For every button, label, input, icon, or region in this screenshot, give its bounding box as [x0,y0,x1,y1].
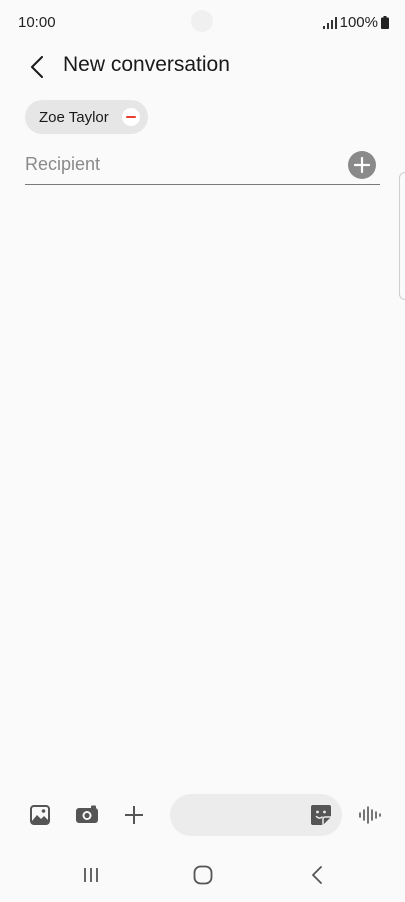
voice-wave-icon [359,806,381,824]
plus-circle-icon [354,157,370,173]
home-button[interactable] [188,862,218,888]
remove-recipient-button[interactable] [122,108,140,126]
more-options-button[interactable] [121,802,147,828]
recent-apps-button[interactable] [76,862,106,888]
sticker-icon [311,805,331,825]
back-icon [312,866,322,884]
front-camera [191,10,213,32]
voice-record-button[interactable] [357,802,383,828]
app-header: New conversation [0,46,405,88]
recent-apps-icon [84,868,98,882]
system-nav-bar [0,852,405,898]
battery-icon [381,16,389,29]
camera-icon [76,805,98,823]
signal-icon [322,16,337,29]
status-indicators: 100% [322,14,389,31]
recipient-input[interactable] [25,148,335,180]
edge-panel-handle[interactable] [399,172,405,300]
back-button[interactable] [22,52,52,82]
minus-circle-icon [126,115,136,119]
plus-icon [125,806,143,824]
nav-back-button[interactable] [302,862,332,888]
status-bar: 10:00 100% [0,0,405,46]
recipient-chip[interactable]: Zoe Taylor [25,100,148,134]
message-composer [0,792,405,838]
add-recipient-button[interactable] [348,151,376,179]
page-title: New conversation [63,53,230,76]
home-icon [193,865,213,885]
message-input[interactable] [186,794,304,836]
message-field[interactable] [170,794,342,836]
battery-percent: 100% [339,14,378,31]
recipient-row [25,148,380,185]
sticker-button[interactable] [310,804,332,826]
gallery-button[interactable] [27,802,53,828]
chevron-left-icon [31,56,43,78]
recipient-chip-label: Zoe Taylor [39,108,109,126]
camera-button[interactable] [74,802,100,828]
image-icon [30,805,50,825]
status-time: 10:00 [18,14,56,31]
